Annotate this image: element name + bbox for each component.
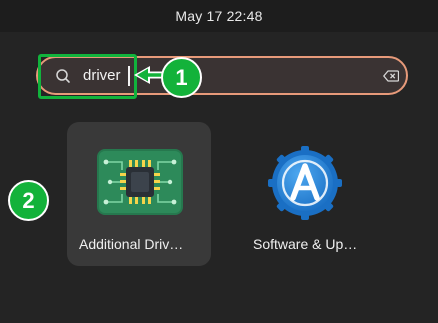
annotation-highlight-box (38, 54, 137, 99)
top-bar: May 17 22:48 (0, 0, 438, 32)
clock[interactable]: May 17 22:48 (175, 8, 262, 24)
app-label-software-updates: Software & Up… (253, 236, 358, 252)
backspace-clear-icon[interactable] (383, 70, 399, 82)
annotation-badge-1: 1 (161, 57, 202, 98)
annotation-badge-2: 2 (8, 180, 49, 221)
software-updates-icon (268, 146, 342, 220)
app-label-additional-drivers: Additional Driv… (79, 236, 184, 252)
chip-icon (97, 149, 183, 215)
